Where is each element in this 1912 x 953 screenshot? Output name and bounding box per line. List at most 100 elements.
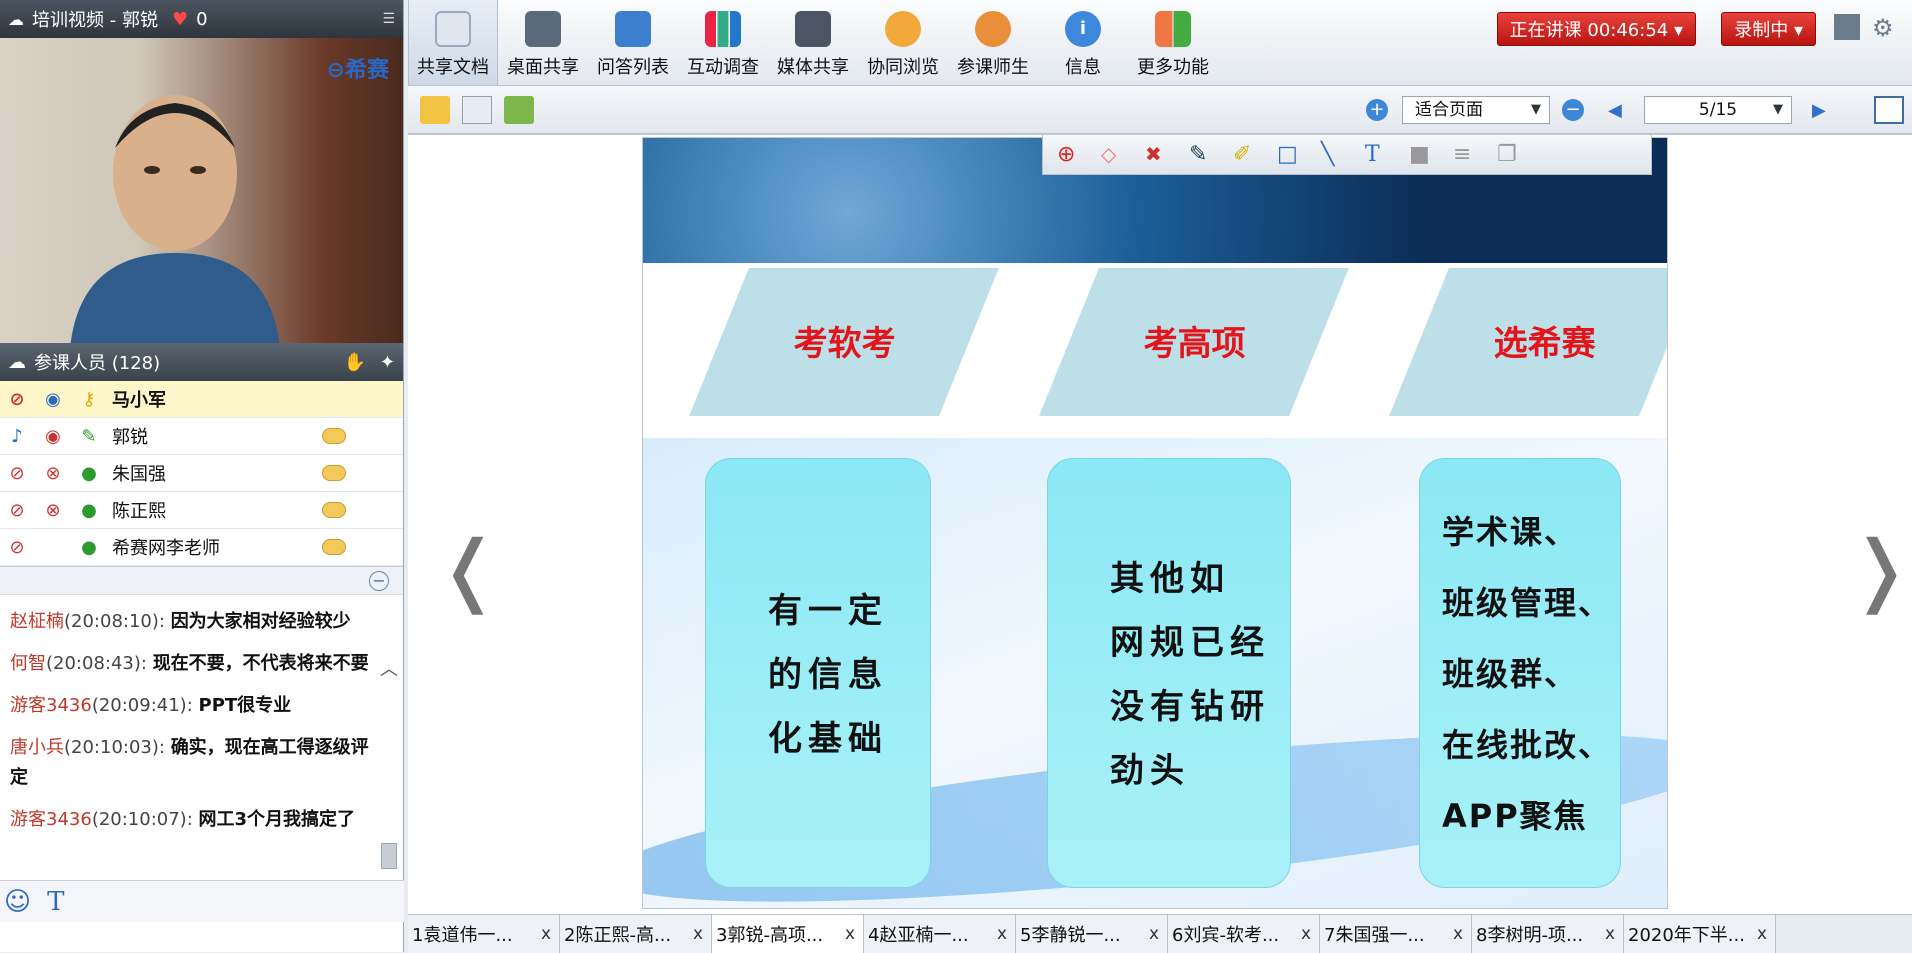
close-icon[interactable]: x: [1149, 924, 1159, 944]
chat-bubble-icon[interactable]: [322, 465, 346, 481]
fill-icon[interactable]: ■: [1409, 142, 1435, 168]
applause-icon[interactable]: ✦: [380, 352, 395, 373]
zoom-out-icon[interactable]: −: [1562, 99, 1584, 121]
document-tab[interactable]: 2020年下半... x: [1624, 915, 1776, 953]
mic-muted-icon[interactable]: ⊘: [4, 497, 30, 523]
tab-survey[interactable]: 互动调查: [678, 0, 768, 85]
chat-bubble-icon[interactable]: [322, 539, 346, 555]
add-file-icon[interactable]: [462, 96, 492, 124]
copy-icon[interactable]: ❐: [1497, 142, 1523, 168]
participant-row[interactable]: ♪ ◉ ✎ 郭锐: [0, 418, 403, 455]
mic-muted-icon[interactable]: ⊘: [4, 534, 30, 560]
menu-icon[interactable]: ☰: [382, 11, 395, 27]
chevron-up-icon[interactable]: ︿: [379, 655, 399, 681]
tab-cobrowse[interactable]: 协同浏览: [858, 0, 948, 85]
close-icon[interactable]: x: [693, 924, 703, 944]
emoji-icon[interactable]: ☺: [4, 887, 31, 917]
close-icon[interactable]: x: [1757, 924, 1767, 944]
tab-media-share[interactable]: 媒体共享: [768, 0, 858, 85]
collapse-icon[interactable]: −: [369, 571, 389, 591]
eraser-icon[interactable]: ◇: [1101, 142, 1127, 168]
participant-row[interactable]: ⊘ ⊗ ● 朱国强: [0, 455, 403, 492]
fullscreen-icon[interactable]: [1874, 96, 1904, 124]
annotation-toolbar: ⊕ ◇ ✖ ✎ ✐ □ ╲ T ■ ≡ ❐: [1042, 135, 1652, 175]
close-icon[interactable]: x: [1301, 924, 1311, 944]
document-tab[interactable]: 2陈正熙-高... x: [560, 915, 712, 953]
close-icon[interactable]: x: [541, 924, 551, 944]
text-icon[interactable]: T: [1365, 142, 1391, 168]
document-tab[interactable]: 5李静锐一... x: [1016, 915, 1168, 953]
prev-page-icon[interactable]: ◀: [1608, 100, 1622, 121]
pen-icon[interactable]: ✎: [1189, 142, 1215, 168]
chat-bubble-icon[interactable]: [322, 502, 346, 518]
chat-log: 赵柾楠(20:08:10): 因为大家相对经验较少 何智(20:08:43): …: [0, 595, 403, 905]
pointer-icon[interactable]: ⊕: [1057, 142, 1083, 168]
film-icon: [795, 11, 831, 47]
host-key-icon: ⚷: [82, 388, 96, 410]
left-panel: ☁ 培训视频 - 郭锐 ♥ 0 ☰ ⊖希赛 ☁ 参课人员 (128) ✋ ✦ ⊘…: [0, 0, 404, 952]
record-button[interactable]: 录制中 ▾: [1721, 12, 1816, 46]
camera-icon[interactable]: ◉: [40, 423, 66, 449]
camera-off-icon[interactable]: ⊗: [40, 497, 66, 523]
layout-icon[interactable]: [1834, 14, 1860, 40]
document-tab[interactable]: 1袁道伟一... x: [408, 915, 560, 953]
close-icon[interactable]: x: [997, 924, 1007, 944]
heart-icon[interactable]: ♥: [172, 9, 188, 30]
gear-icon[interactable]: ⚙: [1872, 14, 1898, 42]
line-icon[interactable]: ╲: [1321, 142, 1347, 168]
tab-shared-docs[interactable]: 共享文档: [408, 0, 498, 85]
next-slide-arrow[interactable]: ❭: [1848, 525, 1912, 615]
next-page-icon[interactable]: ▶: [1812, 100, 1826, 121]
rectangle-icon[interactable]: □: [1277, 142, 1303, 168]
video-title: 培训视频 - 郭锐: [32, 10, 158, 31]
participant-row[interactable]: ⊘ ● 希赛网李老师: [0, 529, 403, 566]
browser-icon: [885, 11, 921, 47]
document-tab[interactable]: 7朱国强一... x: [1320, 915, 1472, 953]
zoom-in-icon[interactable]: +: [1366, 99, 1388, 121]
folder-icon[interactable]: [420, 96, 450, 124]
close-icon[interactable]: x: [1453, 924, 1463, 944]
participant-row[interactable]: ⊘ ◉ ⚷ 马小军: [0, 381, 403, 418]
participant-row[interactable]: ⊘ ⊗ ● 陈正熙: [0, 492, 403, 529]
camera-icon[interactable]: ◉: [40, 386, 66, 412]
clear-icon[interactable]: ✖: [1145, 142, 1171, 168]
hand-icon[interactable]: ✋: [343, 352, 365, 373]
live-status-button[interactable]: 正在讲课 00:46:54 ▾: [1496, 12, 1696, 46]
chat-tools: ☺ T: [0, 880, 404, 922]
tab-more[interactable]: 更多功能: [1128, 0, 1218, 85]
slide-canvas: 考软考 考高项 选希赛 有一定 的信息 化基础 其他如 网规已经 没有钻研 劲头…: [642, 137, 1668, 909]
mic-muted-icon[interactable]: ⊘: [4, 386, 30, 412]
document-tab[interactable]: 4赵亚楠一... x: [864, 915, 1016, 953]
chat-bubble-icon[interactable]: [322, 428, 346, 444]
tab-qa-list[interactable]: 问答列表: [588, 0, 678, 85]
text-format-icon[interactable]: T: [47, 887, 64, 917]
tools-icon[interactable]: [504, 96, 534, 124]
content-card: 有一定 的信息 化基础: [705, 458, 931, 888]
mic-muted-icon[interactable]: ⊘: [4, 460, 30, 486]
user-icon: ●: [81, 499, 97, 521]
main-toolbar: 共享文档 桌面共享 问答列表 互动调查 媒体共享 协同浏览 参课师生 i 信息: [408, 0, 1912, 86]
participant-name: 马小军: [112, 390, 166, 411]
participant-name: 朱国强: [112, 464, 166, 485]
chat-message: 唐小兵(20:10:03): 确实，现在高工得逐级评定: [10, 737, 369, 788]
chat-scrollbar[interactable]: ︿ ﹀: [379, 655, 399, 905]
scroll-thumb[interactable]: [381, 843, 397, 869]
close-icon[interactable]: x: [845, 924, 855, 944]
document-tab[interactable]: 8李树明-项... x: [1472, 915, 1624, 953]
close-icon[interactable]: x: [1605, 924, 1615, 944]
tab-info[interactable]: i 信息: [1038, 0, 1128, 85]
mic-icon[interactable]: ♪: [4, 423, 30, 449]
tab-attendees[interactable]: 参课师生: [948, 0, 1038, 85]
bar-chart-icon: [705, 11, 741, 47]
info-icon: i: [1065, 11, 1101, 47]
page-select[interactable]: 5/15 ▼: [1644, 96, 1792, 124]
zoom-select[interactable]: 适合页面 ▼: [1402, 96, 1550, 124]
camera-off-icon[interactable]: ⊗: [40, 460, 66, 486]
line-width-icon[interactable]: ≡: [1453, 142, 1479, 168]
prev-slide-arrow[interactable]: ❬: [436, 525, 501, 615]
highlighter-icon[interactable]: ✐: [1233, 142, 1259, 168]
qa-icon: [615, 11, 651, 47]
document-tab[interactable]: 6刘宾-软考... x: [1168, 915, 1320, 953]
document-tab[interactable]: 3郭锐-高项... x: [712, 915, 864, 953]
tab-desktop-share[interactable]: 桌面共享: [498, 0, 588, 85]
